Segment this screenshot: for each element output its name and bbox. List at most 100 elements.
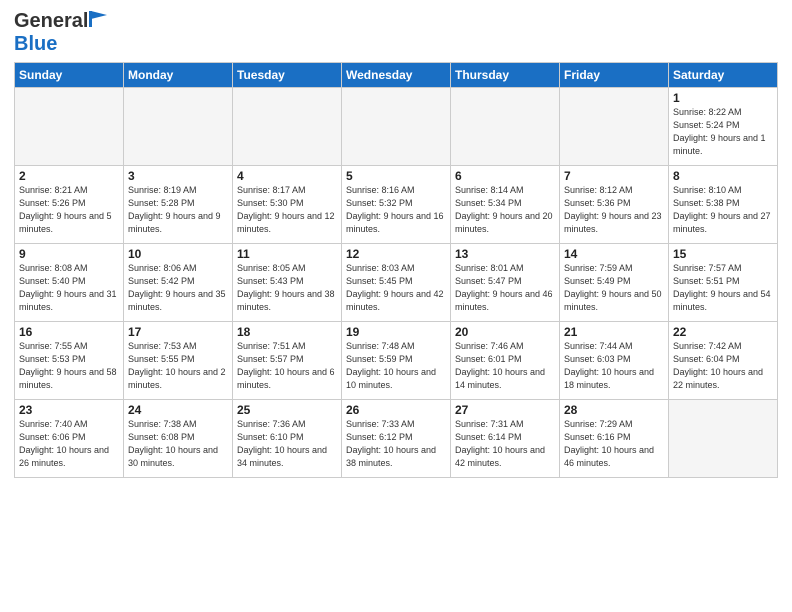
- logo-blue: Blue: [14, 33, 57, 55]
- weekday-header-monday: Monday: [124, 63, 233, 88]
- day-number: 9: [19, 247, 119, 261]
- day-cell: 6Sunrise: 8:14 AM Sunset: 5:34 PM Daylig…: [451, 166, 560, 244]
- day-cell: 8Sunrise: 8:10 AM Sunset: 5:38 PM Daylig…: [669, 166, 778, 244]
- day-cell: 19Sunrise: 7:48 AM Sunset: 5:59 PM Dayli…: [342, 322, 451, 400]
- day-cell: 14Sunrise: 7:59 AM Sunset: 5:49 PM Dayli…: [560, 244, 669, 322]
- day-info: Sunrise: 8:10 AM Sunset: 5:38 PM Dayligh…: [673, 184, 773, 236]
- day-number: 11: [237, 247, 337, 261]
- day-number: 2: [19, 169, 119, 183]
- day-number: 13: [455, 247, 555, 261]
- day-cell: 3Sunrise: 8:19 AM Sunset: 5:28 PM Daylig…: [124, 166, 233, 244]
- day-cell: 5Sunrise: 8:16 AM Sunset: 5:32 PM Daylig…: [342, 166, 451, 244]
- day-cell: [124, 88, 233, 166]
- weekday-header-tuesday: Tuesday: [233, 63, 342, 88]
- day-info: Sunrise: 7:53 AM Sunset: 5:55 PM Dayligh…: [128, 340, 228, 392]
- day-info: Sunrise: 7:33 AM Sunset: 6:12 PM Dayligh…: [346, 418, 446, 470]
- day-number: 14: [564, 247, 664, 261]
- day-cell: 9Sunrise: 8:08 AM Sunset: 5:40 PM Daylig…: [15, 244, 124, 322]
- day-number: 10: [128, 247, 228, 261]
- day-cell: 25Sunrise: 7:36 AM Sunset: 6:10 PM Dayli…: [233, 400, 342, 478]
- day-cell: 28Sunrise: 7:29 AM Sunset: 6:16 PM Dayli…: [560, 400, 669, 478]
- day-cell: 22Sunrise: 7:42 AM Sunset: 6:04 PM Dayli…: [669, 322, 778, 400]
- day-cell: 23Sunrise: 7:40 AM Sunset: 6:06 PM Dayli…: [15, 400, 124, 478]
- day-number: 8: [673, 169, 773, 183]
- week-row-4: 16Sunrise: 7:55 AM Sunset: 5:53 PM Dayli…: [15, 322, 778, 400]
- day-number: 27: [455, 403, 555, 417]
- week-row-2: 2Sunrise: 8:21 AM Sunset: 5:26 PM Daylig…: [15, 166, 778, 244]
- day-info: Sunrise: 7:48 AM Sunset: 5:59 PM Dayligh…: [346, 340, 446, 392]
- day-info: Sunrise: 7:36 AM Sunset: 6:10 PM Dayligh…: [237, 418, 337, 470]
- day-number: 20: [455, 325, 555, 339]
- day-cell: [560, 88, 669, 166]
- week-row-1: 1Sunrise: 8:22 AM Sunset: 5:24 PM Daylig…: [15, 88, 778, 166]
- weekday-header-row: SundayMondayTuesdayWednesdayThursdayFrid…: [15, 63, 778, 88]
- day-info: Sunrise: 7:59 AM Sunset: 5:49 PM Dayligh…: [564, 262, 664, 314]
- day-cell: 20Sunrise: 7:46 AM Sunset: 6:01 PM Dayli…: [451, 322, 560, 400]
- day-cell: 2Sunrise: 8:21 AM Sunset: 5:26 PM Daylig…: [15, 166, 124, 244]
- logo: General Blue: [14, 10, 107, 56]
- day-number: 12: [346, 247, 446, 261]
- day-info: Sunrise: 7:57 AM Sunset: 5:51 PM Dayligh…: [673, 262, 773, 314]
- weekday-header-saturday: Saturday: [669, 63, 778, 88]
- day-info: Sunrise: 7:42 AM Sunset: 6:04 PM Dayligh…: [673, 340, 773, 392]
- day-number: 17: [128, 325, 228, 339]
- day-number: 16: [19, 325, 119, 339]
- day-cell: 12Sunrise: 8:03 AM Sunset: 5:45 PM Dayli…: [342, 244, 451, 322]
- logo-flag-icon: [89, 11, 107, 27]
- day-cell: 11Sunrise: 8:05 AM Sunset: 5:43 PM Dayli…: [233, 244, 342, 322]
- day-number: 21: [564, 325, 664, 339]
- day-info: Sunrise: 7:51 AM Sunset: 5:57 PM Dayligh…: [237, 340, 337, 392]
- day-cell: 10Sunrise: 8:06 AM Sunset: 5:42 PM Dayli…: [124, 244, 233, 322]
- day-info: Sunrise: 8:21 AM Sunset: 5:26 PM Dayligh…: [19, 184, 119, 236]
- day-cell: [669, 400, 778, 478]
- day-info: Sunrise: 8:06 AM Sunset: 5:42 PM Dayligh…: [128, 262, 228, 314]
- day-cell: 17Sunrise: 7:53 AM Sunset: 5:55 PM Dayli…: [124, 322, 233, 400]
- day-info: Sunrise: 8:14 AM Sunset: 5:34 PM Dayligh…: [455, 184, 555, 236]
- day-cell: 13Sunrise: 8:01 AM Sunset: 5:47 PM Dayli…: [451, 244, 560, 322]
- day-number: 3: [128, 169, 228, 183]
- day-cell: 24Sunrise: 7:38 AM Sunset: 6:08 PM Dayli…: [124, 400, 233, 478]
- day-cell: 7Sunrise: 8:12 AM Sunset: 5:36 PM Daylig…: [560, 166, 669, 244]
- day-cell: 1Sunrise: 8:22 AM Sunset: 5:24 PM Daylig…: [669, 88, 778, 166]
- day-info: Sunrise: 7:29 AM Sunset: 6:16 PM Dayligh…: [564, 418, 664, 470]
- day-info: Sunrise: 8:22 AM Sunset: 5:24 PM Dayligh…: [673, 106, 773, 158]
- day-cell: [15, 88, 124, 166]
- day-number: 25: [237, 403, 337, 417]
- day-number: 4: [237, 169, 337, 183]
- day-info: Sunrise: 7:44 AM Sunset: 6:03 PM Dayligh…: [564, 340, 664, 392]
- day-info: Sunrise: 8:16 AM Sunset: 5:32 PM Dayligh…: [346, 184, 446, 236]
- day-info: Sunrise: 7:46 AM Sunset: 6:01 PM Dayligh…: [455, 340, 555, 392]
- day-number: 6: [455, 169, 555, 183]
- day-number: 5: [346, 169, 446, 183]
- day-info: Sunrise: 8:17 AM Sunset: 5:30 PM Dayligh…: [237, 184, 337, 236]
- day-info: Sunrise: 8:19 AM Sunset: 5:28 PM Dayligh…: [128, 184, 228, 236]
- day-cell: 4Sunrise: 8:17 AM Sunset: 5:30 PM Daylig…: [233, 166, 342, 244]
- weekday-header-thursday: Thursday: [451, 63, 560, 88]
- day-cell: 27Sunrise: 7:31 AM Sunset: 6:14 PM Dayli…: [451, 400, 560, 478]
- day-number: 23: [19, 403, 119, 417]
- day-info: Sunrise: 8:03 AM Sunset: 5:45 PM Dayligh…: [346, 262, 446, 314]
- day-cell: 26Sunrise: 7:33 AM Sunset: 6:12 PM Dayli…: [342, 400, 451, 478]
- weekday-header-wednesday: Wednesday: [342, 63, 451, 88]
- page: General Blue SundayMondayTuesdayWednesda…: [0, 0, 792, 612]
- day-number: 19: [346, 325, 446, 339]
- day-cell: 21Sunrise: 7:44 AM Sunset: 6:03 PM Dayli…: [560, 322, 669, 400]
- day-info: Sunrise: 8:12 AM Sunset: 5:36 PM Dayligh…: [564, 184, 664, 236]
- header: General Blue: [14, 10, 778, 56]
- day-number: 7: [564, 169, 664, 183]
- weekday-header-friday: Friday: [560, 63, 669, 88]
- day-info: Sunrise: 8:01 AM Sunset: 5:47 PM Dayligh…: [455, 262, 555, 314]
- logo-general: General: [14, 10, 88, 33]
- day-number: 1: [673, 91, 773, 105]
- weekday-header-sunday: Sunday: [15, 63, 124, 88]
- day-number: 18: [237, 325, 337, 339]
- day-cell: 18Sunrise: 7:51 AM Sunset: 5:57 PM Dayli…: [233, 322, 342, 400]
- day-cell: 16Sunrise: 7:55 AM Sunset: 5:53 PM Dayli…: [15, 322, 124, 400]
- day-info: Sunrise: 7:40 AM Sunset: 6:06 PM Dayligh…: [19, 418, 119, 470]
- day-number: 24: [128, 403, 228, 417]
- day-number: 22: [673, 325, 773, 339]
- day-cell: 15Sunrise: 7:57 AM Sunset: 5:51 PM Dayli…: [669, 244, 778, 322]
- day-info: Sunrise: 7:55 AM Sunset: 5:53 PM Dayligh…: [19, 340, 119, 392]
- day-number: 15: [673, 247, 773, 261]
- day-info: Sunrise: 7:31 AM Sunset: 6:14 PM Dayligh…: [455, 418, 555, 470]
